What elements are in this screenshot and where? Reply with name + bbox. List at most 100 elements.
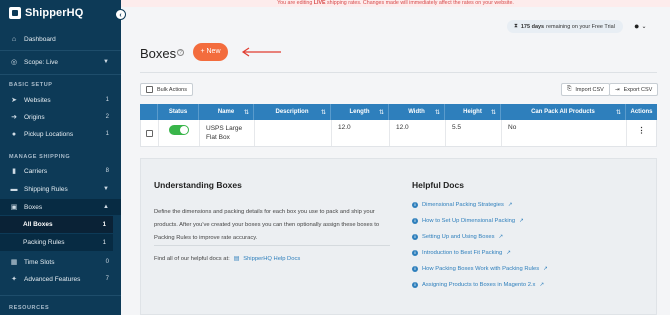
name-cell[interactable]: USPS Large Flat Box xyxy=(200,120,255,146)
actions-cell: ⋮ xyxy=(627,120,656,146)
bulk-actions-button[interactable]: Bulk Actions xyxy=(140,83,193,96)
sidebar-item-boxes[interactable]: ▣ Boxes ▲ xyxy=(0,199,121,215)
height-cell: 5.5 xyxy=(446,120,502,146)
help-docs-line: Find all of our helpful docs at: ▤ Shipp… xyxy=(154,256,301,262)
sidebar-subitem-all-boxes[interactable]: All Boxes 1 xyxy=(0,216,113,233)
sidebar-item-origins[interactable]: ➜ Origins 2 xyxy=(0,109,121,125)
export-csv-button[interactable]: ⇥ Export CSV xyxy=(609,83,659,96)
external-link-icon: ↗ xyxy=(543,266,548,272)
arrow-icon: ➜ xyxy=(11,114,17,121)
sidebar-item-time-slots[interactable]: ▦ Time Slots 0 xyxy=(0,254,121,270)
external-link-icon: ↗ xyxy=(539,282,545,288)
divider xyxy=(0,74,121,75)
status-toggle[interactable] xyxy=(169,125,189,135)
truck-icon: ▮ xyxy=(12,168,16,175)
section-manage-shipping: MANAGE SHIPPING xyxy=(9,154,71,160)
map-pin-icon: ● xyxy=(11,130,17,138)
understanding-title: Understanding Boxes xyxy=(154,180,242,190)
caret-down-icon: ▼ xyxy=(103,59,109,65)
sidebar-item-websites[interactable]: ➤ Websites 1 xyxy=(0,92,121,108)
globe-icon: ◎ xyxy=(10,59,18,66)
cursor-icon: ➤ xyxy=(11,97,17,104)
document-icon: ▤ xyxy=(233,256,240,262)
doc-link[interactable]: i Dimensional Packing Strategies ↗ xyxy=(412,202,512,208)
doc-link[interactable]: i How Packing Boxes Work with Packing Ru… xyxy=(412,266,548,272)
header-status[interactable]: Status xyxy=(158,104,199,120)
row-select-cell xyxy=(141,120,159,146)
header-width[interactable]: Width ⇅ xyxy=(389,104,445,120)
external-link-icon: ↗ xyxy=(506,250,511,256)
can-pack-cell: No xyxy=(502,120,627,146)
table-row[interactable]: USPS Large Flat Box 12.0 12.0 5.5 No ⋮ xyxy=(140,120,657,147)
trial-status-badge: ⧗ 175 days remaining on your Free Trial xyxy=(507,20,623,33)
new-box-button[interactable]: + New xyxy=(193,43,228,61)
section-resources: RESOURCES xyxy=(9,305,50,311)
sidebar-item-carriers[interactable]: ▮ Carriers 8 xyxy=(0,163,121,179)
arrow-pointer-icon xyxy=(241,47,281,57)
external-link-icon: ↗ xyxy=(519,218,524,224)
info-circle-icon: i xyxy=(412,202,418,208)
wand-icon: ✦ xyxy=(11,276,17,283)
header-select xyxy=(140,104,158,120)
divider xyxy=(154,245,390,246)
doc-link[interactable]: i Introduction to Best Fit Packing ↗ xyxy=(412,250,511,256)
more-actions-icon[interactable]: ⋮ xyxy=(638,126,646,135)
sidebar: ShipperHQ ⌂ Dashboard ◎ Scope: Live ▼ BA… xyxy=(0,0,121,315)
sort-icon: ⇅ xyxy=(243,109,249,116)
brand-logo[interactable]: ShipperHQ xyxy=(9,7,83,19)
folder-icon: ▬ xyxy=(10,185,18,193)
length-cell: 12.0 xyxy=(332,120,390,146)
external-link-icon: ↗ xyxy=(507,202,513,208)
description-cell xyxy=(255,120,332,146)
chevron-down-icon: ⌄ xyxy=(641,23,647,30)
doc-link[interactable]: i How to Set Up Dimensional Packing ↗ xyxy=(412,218,524,224)
sidebar-subitem-packing-rules[interactable]: Packing Rules 1 xyxy=(0,234,113,251)
divider xyxy=(140,72,657,73)
import-csv-button[interactable]: ⎘ Import CSV xyxy=(561,83,610,96)
sidebar-item-advanced-features[interactable]: ✦ Advanced Features 7 xyxy=(0,271,121,287)
help-docs-link[interactable]: ShipperHQ Help Docs xyxy=(243,256,300,262)
info-circle-icon: i xyxy=(412,266,418,272)
sidebar-item-dashboard[interactable]: ⌂ Dashboard xyxy=(0,31,121,47)
info-circle-icon: i xyxy=(412,250,418,256)
select-all-checkbox[interactable] xyxy=(146,86,153,93)
helpful-docs-title: Helpful Docs xyxy=(412,180,464,190)
import-icon: ⎘ xyxy=(567,86,572,92)
row-checkbox[interactable] xyxy=(146,129,153,137)
external-link-icon: ↗ xyxy=(498,234,504,240)
info-circle-icon: i xyxy=(412,218,418,224)
sort-icon: ⇅ xyxy=(615,109,621,116)
doc-link[interactable]: i Assigning Products to Boxes in Magento… xyxy=(412,282,544,288)
caret-down-icon: ▼ xyxy=(103,186,109,192)
header-length[interactable]: Length ⇅ xyxy=(331,104,389,120)
collapse-sidebar-button[interactable]: ‹ xyxy=(115,9,126,20)
info-circle-icon: i xyxy=(412,234,418,240)
help-panel: Understanding Boxes Define the dimension… xyxy=(140,158,657,315)
hourglass-icon: ⧗ xyxy=(514,23,518,29)
calendar-icon: ▦ xyxy=(10,259,18,266)
header-height[interactable]: Height ⇅ xyxy=(445,104,501,120)
header-can-pack[interactable]: Can Pack All Products ⇅ xyxy=(501,104,626,120)
home-icon: ⌂ xyxy=(11,35,17,43)
logo-icon xyxy=(9,7,21,19)
user-avatar-icon: ● xyxy=(634,21,640,31)
info-icon[interactable]: ? xyxy=(177,49,184,56)
doc-link[interactable]: i Setting Up and Using Boxes ↗ xyxy=(412,234,503,240)
sidebar-item-shipping-rules[interactable]: ▬ Shipping Rules ▼ xyxy=(0,181,121,197)
sort-icon: ⇅ xyxy=(490,109,496,116)
header-actions: Actions xyxy=(630,109,653,115)
boxes-table: Status Name ⇅ Description ⇅ Length ⇅ Width ⇅… xyxy=(140,104,657,147)
divider xyxy=(0,295,121,296)
live-edit-banner: You are editing LIVE shipping rates. Cha… xyxy=(121,0,670,7)
header-description[interactable]: Description ⇅ xyxy=(254,104,331,120)
user-menu[interactable]: ● ⌄ xyxy=(634,21,646,31)
info-circle-icon: i xyxy=(412,282,418,288)
sort-icon: ⇅ xyxy=(378,109,384,116)
section-basic-setup: BASIC SETUP xyxy=(9,82,53,88)
export-icon: ⇥ xyxy=(615,86,620,93)
sidebar-item-pickup-locations[interactable]: ● Pickup Locations 1 xyxy=(0,126,121,142)
divider xyxy=(0,50,121,51)
header-name[interactable]: Name ⇅ xyxy=(199,104,254,120)
page-title: Boxes xyxy=(140,46,177,61)
scope-selector[interactable]: ◎ Scope: Live ▼ xyxy=(0,54,121,70)
